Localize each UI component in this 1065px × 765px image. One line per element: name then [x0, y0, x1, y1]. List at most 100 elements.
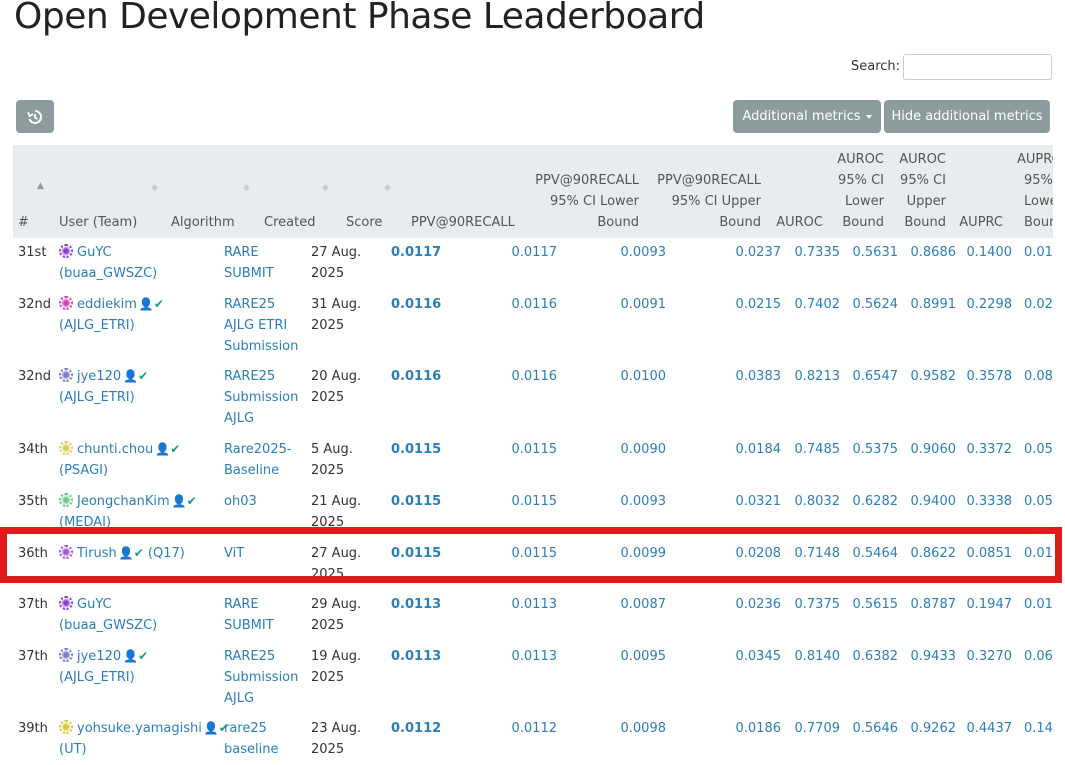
- metric-auroc-hi[interactable]: 0.9582: [911, 366, 957, 387]
- score-link[interactable]: 0.0115: [391, 543, 441, 564]
- score-link[interactable]: 0.0116: [391, 366, 441, 387]
- metric-auroc-lo[interactable]: 0.6282: [853, 491, 899, 512]
- metric-auroc-lo[interactable]: 0.5375: [853, 439, 899, 460]
- metric-auroc-lo[interactable]: 0.5631: [853, 242, 899, 263]
- algorithm-link[interactable]: ViT: [224, 543, 244, 564]
- metric-auprc-lo[interactable]: 0.053: [1024, 491, 1053, 512]
- metric-ppv[interactable]: 0.0115: [512, 543, 558, 564]
- algorithm-link[interactable]: oh03: [224, 491, 257, 512]
- metric-auroc[interactable]: 0.8140: [795, 646, 841, 667]
- metric-auroc[interactable]: 0.8032: [795, 491, 841, 512]
- metric-ppv-lo[interactable]: 0.0100: [621, 366, 667, 387]
- metric-auprc[interactable]: 0.3372: [967, 439, 1013, 460]
- metric-auroc-lo[interactable]: 0.6382: [853, 646, 899, 667]
- col-auprc-lower[interactable]: AUPRC 95% CI Lower Bound: [1017, 149, 1053, 233]
- metric-ppv[interactable]: 0.0113: [512, 594, 558, 615]
- metric-ppv-lo[interactable]: 0.0091: [621, 294, 667, 315]
- team-link[interactable]: (Q17): [148, 546, 185, 561]
- team-link[interactable]: (AJLG_ETRI): [59, 387, 148, 408]
- algorithm-link[interactable]: rare25 baseline: [224, 718, 278, 760]
- score-link[interactable]: 0.0116: [391, 294, 441, 315]
- reset-button[interactable]: [16, 100, 54, 133]
- metric-ppv[interactable]: 0.0113: [512, 646, 558, 667]
- team-link[interactable]: (buaa_GWSZC): [59, 263, 157, 284]
- sort-icon[interactable]: ◆: [384, 183, 391, 193]
- metric-auprc-lo[interactable]: 0.015: [1024, 594, 1053, 615]
- metric-ppv-hi[interactable]: 0.0383: [736, 366, 782, 387]
- algorithm-link[interactable]: RARE25 AJLG ETRI Submission: [224, 294, 298, 357]
- metric-ppv-hi[interactable]: 0.0345: [736, 646, 782, 667]
- algorithm-link[interactable]: RARE25 Submission AJLG: [224, 646, 298, 709]
- metric-auprc[interactable]: 0.1400: [967, 242, 1013, 263]
- metric-auroc[interactable]: 0.7402: [795, 294, 841, 315]
- metric-auroc-hi[interactable]: 0.9262: [911, 718, 957, 739]
- team-link[interactable]: (MEDAI): [59, 512, 197, 533]
- sort-asc-icon[interactable]: ▲: [37, 181, 44, 191]
- score-link[interactable]: 0.0117: [391, 242, 441, 263]
- col-auroc-upper[interactable]: AUROC 95% CI Upper Bound: [899, 149, 946, 233]
- metric-auroc-hi[interactable]: 0.8686: [911, 242, 957, 263]
- col-algorithm[interactable]: Algorithm: [171, 212, 235, 233]
- metric-auroc[interactable]: 0.7148: [795, 543, 841, 564]
- metric-auprc-lo[interactable]: 0.055: [1024, 439, 1053, 460]
- metric-auprc[interactable]: 0.2298: [967, 294, 1013, 315]
- algorithm-link[interactable]: RARE SUBMIT: [224, 242, 274, 284]
- col-score[interactable]: Score: [346, 212, 382, 233]
- hide-metrics-button[interactable]: Hide additional metrics: [884, 100, 1050, 133]
- col-created[interactable]: Created: [264, 212, 315, 233]
- additional-metrics-button[interactable]: Additional metrics: [733, 100, 881, 133]
- team-link[interactable]: (AJLG_ETRI): [59, 667, 148, 688]
- col-user[interactable]: User (Team): [59, 212, 137, 233]
- metric-ppv-hi[interactable]: 0.0237: [736, 242, 782, 263]
- metric-ppv-hi[interactable]: 0.0184: [736, 439, 782, 460]
- metric-ppv[interactable]: 0.0115: [512, 491, 558, 512]
- algorithm-link[interactable]: RARE SUBMIT: [224, 594, 274, 636]
- metric-auroc-hi[interactable]: 0.8622: [911, 543, 957, 564]
- metric-ppv-lo[interactable]: 0.0093: [621, 491, 667, 512]
- user-link[interactable]: yohsuke.yamagishi: [77, 721, 202, 736]
- score-link[interactable]: 0.0115: [391, 439, 441, 460]
- metric-ppv-lo[interactable]: 0.0090: [621, 439, 667, 460]
- metric-ppv-lo[interactable]: 0.0093: [621, 242, 667, 263]
- user-link[interactable]: GuYC: [77, 245, 112, 260]
- metric-auroc[interactable]: 0.7485: [795, 439, 841, 460]
- team-link[interactable]: (buaa_GWSZC): [59, 615, 157, 636]
- team-link[interactable]: (AJLG_ETRI): [59, 315, 164, 336]
- metric-auprc[interactable]: 0.3270: [967, 646, 1013, 667]
- metric-auroc-hi[interactable]: 0.9400: [911, 491, 957, 512]
- metric-ppv[interactable]: 0.0116: [512, 366, 558, 387]
- col-auroc[interactable]: AUROC: [776, 212, 823, 233]
- user-link[interactable]: Tirush: [77, 546, 117, 561]
- metric-auroc[interactable]: 0.7375: [795, 594, 841, 615]
- user-link[interactable]: GuYC: [77, 597, 112, 612]
- col-ppv-upper[interactable]: PPV@90RECALL 95% CI Upper Bound: [657, 170, 761, 233]
- user-link[interactable]: eddiekim: [77, 297, 137, 312]
- metric-ppv[interactable]: 0.0115: [512, 439, 558, 460]
- metric-ppv-hi[interactable]: 0.0186: [736, 718, 782, 739]
- metric-auroc[interactable]: 0.8213: [795, 366, 841, 387]
- sort-icon[interactable]: ◆: [151, 183, 158, 193]
- score-link[interactable]: 0.0113: [391, 646, 441, 667]
- metric-auroc-lo[interactable]: 0.5624: [853, 294, 899, 315]
- col-auroc-lower[interactable]: AUROC 95% CI Lower Bound: [837, 149, 884, 233]
- metric-auprc-lo[interactable]: 0.149: [1024, 718, 1053, 739]
- metric-auroc-hi[interactable]: 0.9433: [911, 646, 957, 667]
- metric-ppv-hi[interactable]: 0.0321: [736, 491, 782, 512]
- score-link[interactable]: 0.0112: [391, 718, 441, 739]
- metric-auprc[interactable]: 0.3338: [967, 491, 1013, 512]
- metric-auprc-lo[interactable]: 0.088: [1024, 366, 1053, 387]
- metric-ppv-lo[interactable]: 0.0098: [621, 718, 667, 739]
- metric-auroc-lo[interactable]: 0.5464: [853, 543, 899, 564]
- search-input[interactable]: [903, 54, 1052, 80]
- sort-icon[interactable]: ◆: [243, 183, 250, 193]
- metric-auroc[interactable]: 0.7709: [795, 718, 841, 739]
- metric-ppv-hi[interactable]: 0.0208: [736, 543, 782, 564]
- metric-auprc-lo[interactable]: 0.067: [1024, 646, 1053, 667]
- col-ppv[interactable]: PPV@90RECALL: [411, 212, 515, 233]
- metric-ppv-lo[interactable]: 0.0087: [621, 594, 667, 615]
- metric-auroc-hi[interactable]: 0.8787: [911, 594, 957, 615]
- team-link[interactable]: (UT): [59, 739, 229, 760]
- metric-auroc-lo[interactable]: 0.5646: [853, 718, 899, 739]
- metric-auprc-lo[interactable]: 0.015: [1024, 242, 1053, 263]
- col-auprc[interactable]: AUPRC: [959, 212, 1003, 233]
